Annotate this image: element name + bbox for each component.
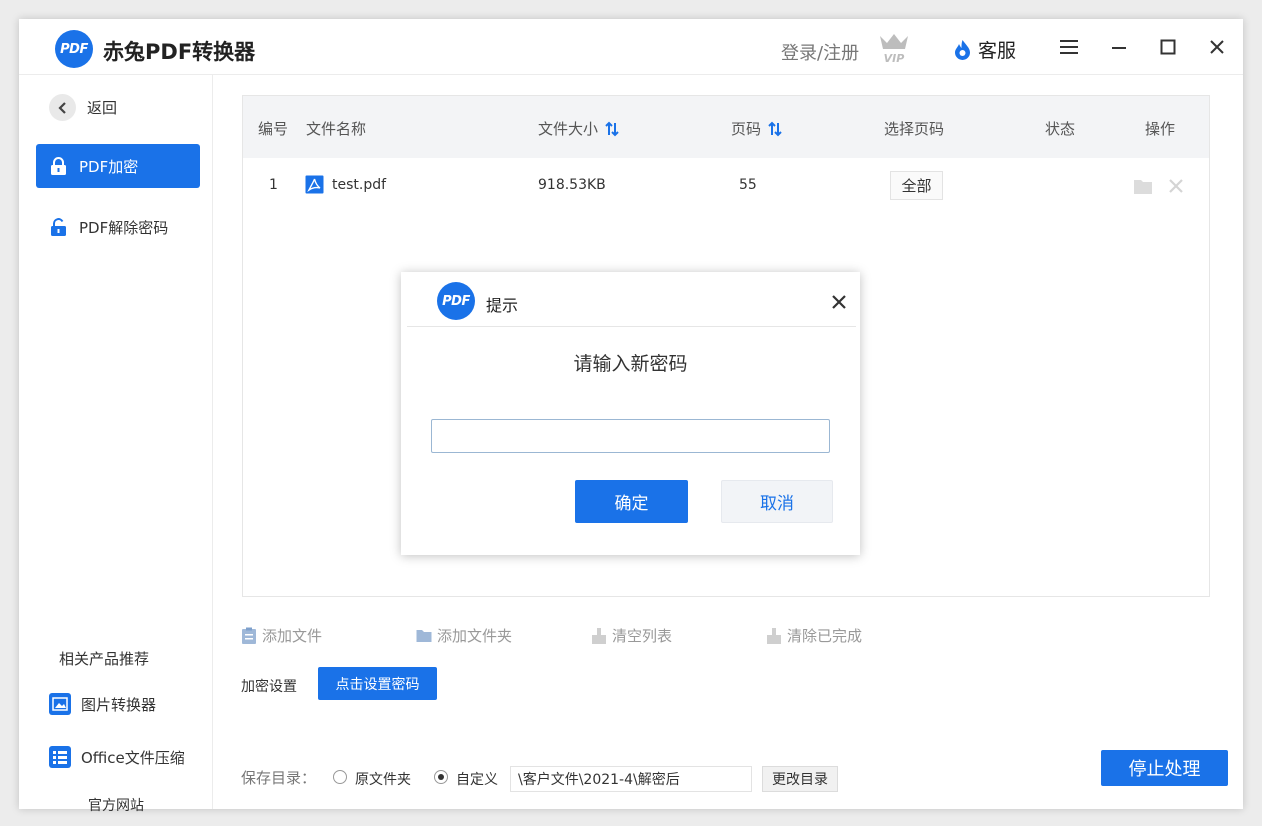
- radio-original-folder[interactable]: [333, 770, 347, 784]
- header-pages[interactable]: 页码: [731, 118, 783, 139]
- clear-completed-label: 清除已完成: [787, 627, 863, 645]
- header-pages-label: 页码: [731, 120, 762, 138]
- set-password-button[interactable]: 点击设置密码: [318, 667, 437, 700]
- encrypt-settings-label: 加密设置: [241, 679, 297, 695]
- login-register-link[interactable]: 登录/注册: [781, 39, 859, 65]
- page-range-select[interactable]: 全部: [890, 171, 943, 200]
- back-button[interactable]: 返回: [49, 94, 117, 121]
- delete-row-button[interactable]: [1165, 175, 1187, 197]
- service-flame-icon: [955, 40, 970, 60]
- image-icon: [49, 693, 71, 715]
- dialog-close-button[interactable]: [831, 294, 847, 310]
- sort-icon: [605, 121, 619, 136]
- folder-icon: [1134, 179, 1152, 194]
- new-password-input[interactable]: [431, 419, 830, 453]
- sort-icon: [768, 121, 782, 136]
- close-icon: [1169, 179, 1183, 193]
- clipboard-icon: [242, 627, 256, 644]
- row-index: 1: [269, 177, 278, 193]
- header-size-label: 文件大小: [538, 120, 599, 138]
- row-file-name-label: test.pdf: [332, 176, 387, 193]
- back-label: 返回: [87, 99, 118, 117]
- maximize-icon: [1160, 39, 1176, 55]
- dialog-header: PDF 提示: [407, 272, 856, 327]
- save-path-field[interactable]: \客户文件\2021-4\解密后: [510, 766, 752, 792]
- broom-icon: [592, 627, 606, 644]
- minimize-icon: [1112, 47, 1126, 49]
- close-icon: [832, 295, 846, 309]
- clear-completed-button[interactable]: 清除已完成: [766, 625, 862, 646]
- app-logo: PDF: [55, 30, 93, 68]
- radio-custom-label: 自定义: [456, 772, 498, 788]
- row-file-size: 918.53KB: [538, 177, 606, 193]
- menu-icon: [1060, 40, 1078, 54]
- app-window: PDF 赤兔PDF转换器 登录/注册 VIP 客服 返回 PDF加密 PDF解除…: [19, 19, 1243, 814]
- dialog-message: 请输入新密码: [573, 353, 688, 375]
- header-select-pages: 选择页码: [884, 120, 945, 138]
- change-dir-button[interactable]: 更改目录: [762, 766, 838, 792]
- sidebar-item-pdf-encrypt[interactable]: PDF加密: [36, 144, 200, 188]
- save-dir-label: 保存目录：: [241, 769, 317, 787]
- recommend-image-converter[interactable]: 图片转换器: [49, 693, 156, 715]
- password-dialog: PDF 提示 请输入新密码 确定 取消: [401, 272, 860, 555]
- open-folder-button[interactable]: [1132, 175, 1154, 197]
- close-window-button[interactable]: [1207, 37, 1227, 57]
- row-file-name: test.pdf: [305, 175, 386, 194]
- header-index: 编号: [258, 120, 289, 138]
- clear-list-label: 清空列表: [612, 627, 673, 645]
- title-bar: PDF 赤兔PDF转换器 登录/注册 VIP 客服: [19, 19, 1243, 75]
- confirm-button[interactable]: 确定: [575, 480, 688, 523]
- vip-label: VIP: [884, 52, 905, 64]
- unlock-icon: [51, 217, 66, 236]
- add-file-button[interactable]: 添加文件: [241, 625, 322, 646]
- minimize-button[interactable]: [1109, 37, 1129, 57]
- chevron-left-icon: [49, 94, 76, 121]
- pdf-file-icon: [305, 175, 324, 194]
- sidebar-item-label: PDF解除密码: [79, 218, 169, 237]
- radio-original-label: 原文件夹: [355, 772, 411, 788]
- service-label: 客服: [978, 40, 1017, 62]
- sidebar: 返回 PDF加密 PDF解除密码 相关产品推荐 图片转换器 Office文件压缩…: [19, 75, 213, 814]
- add-folder-label: 添加文件夹: [437, 627, 513, 645]
- folder-icon: [416, 629, 432, 642]
- stop-processing-button[interactable]: 停止处理: [1101, 750, 1228, 786]
- official-site-link[interactable]: 官方网站: [88, 795, 144, 815]
- table-header: 编号 文件名称 文件大小 页码 选择页码 状态 操作: [243, 96, 1209, 158]
- clear-list-button[interactable]: 清空列表: [591, 625, 672, 646]
- recommend-office-compress[interactable]: Office文件压缩: [49, 746, 185, 768]
- row-pages: 55: [739, 177, 757, 193]
- recommend-title: 相关产品推荐: [59, 650, 150, 668]
- header-size[interactable]: 文件大小: [538, 118, 620, 139]
- lock-icon: [51, 156, 66, 175]
- customer-service-button[interactable]: 客服: [953, 36, 1016, 63]
- list-grid-icon: [49, 746, 71, 768]
- header-status: 状态: [1045, 120, 1076, 138]
- radio-custom-folder[interactable]: [434, 770, 448, 784]
- add-file-label: 添加文件: [262, 627, 323, 645]
- cancel-button[interactable]: 取消: [721, 480, 833, 523]
- header-actions: 操作: [1145, 120, 1176, 138]
- app-title: 赤兔PDF转换器: [103, 40, 256, 64]
- dialog-logo: PDF: [437, 282, 475, 320]
- close-icon: [1210, 40, 1224, 54]
- maximize-button[interactable]: [1158, 37, 1178, 57]
- add-folder-button[interactable]: 添加文件夹: [416, 625, 512, 646]
- dialog-title: 提示: [486, 296, 519, 315]
- vip-crown-icon[interactable]: VIP: [877, 32, 911, 65]
- menu-button[interactable]: [1059, 37, 1079, 57]
- recommend-item-label: Office文件压缩: [81, 748, 185, 767]
- header-name: 文件名称: [306, 120, 367, 138]
- broom-icon: [767, 627, 781, 644]
- recommend-item-label: 图片转换器: [81, 695, 157, 714]
- sidebar-item-pdf-unlock[interactable]: PDF解除密码: [36, 205, 200, 249]
- sidebar-item-label: PDF加密: [79, 157, 139, 176]
